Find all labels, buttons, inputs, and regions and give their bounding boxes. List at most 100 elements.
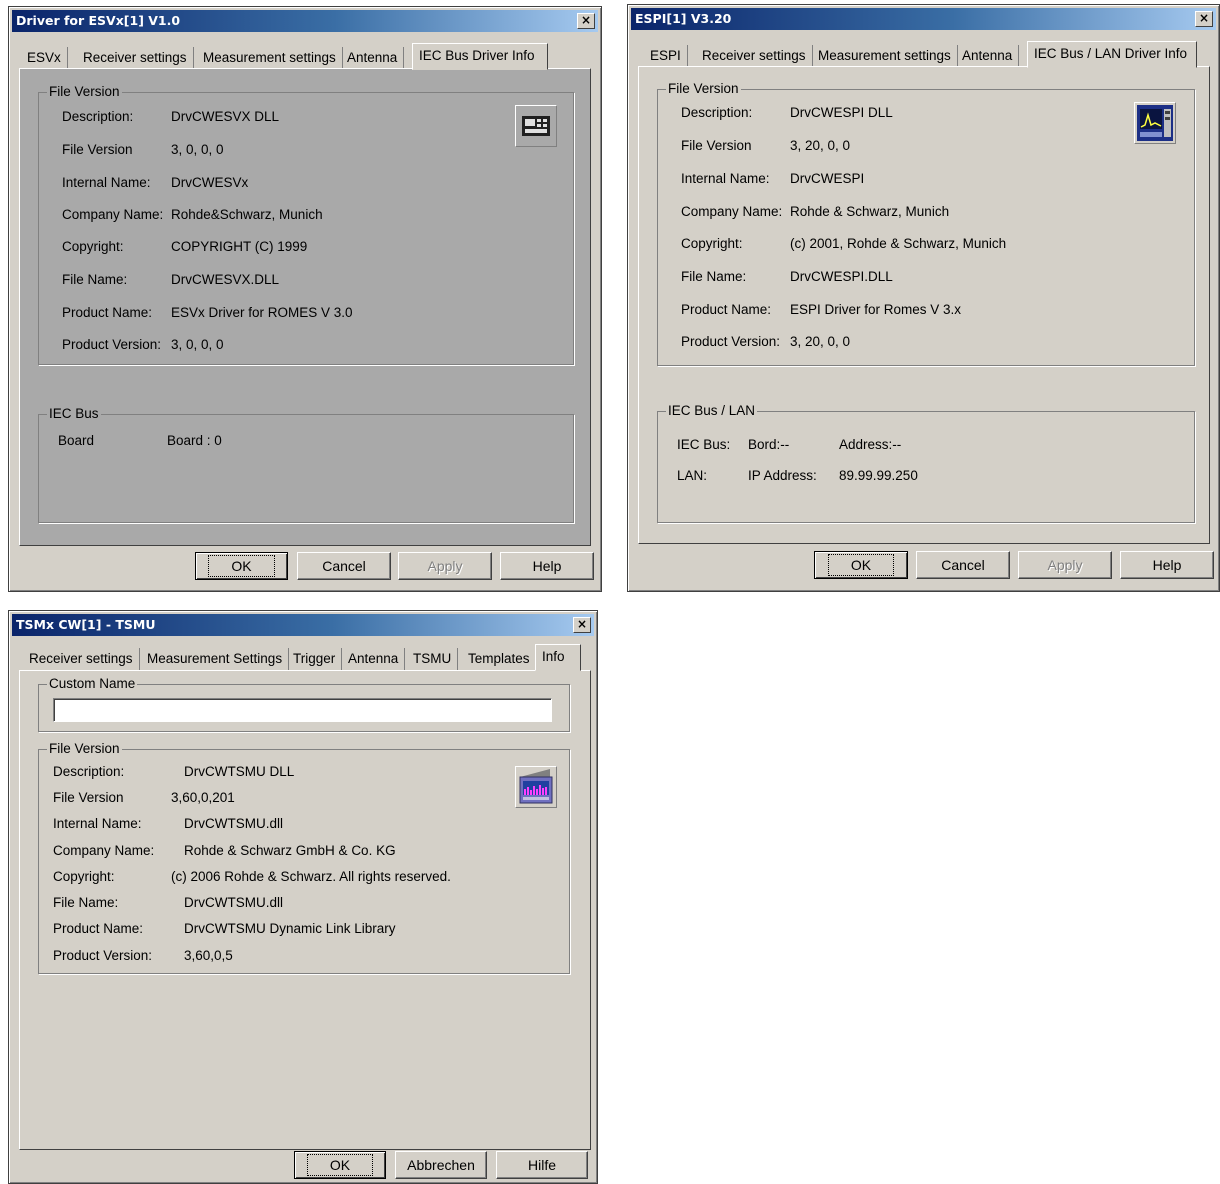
product-name-value: ESVx Driver for ROMES V 3.0 xyxy=(171,305,353,320)
title-bar[interactable]: ESPI[1] V3.20 × xyxy=(631,8,1216,30)
tab-iec-bus-driver-info[interactable]: IEC Bus Driver Info xyxy=(412,43,548,70)
file-version-label: File Version xyxy=(62,142,133,157)
window-title: ESPI[1] V3.20 xyxy=(635,11,732,26)
description-value: DrvCWESVX DLL xyxy=(171,109,280,124)
copyright-label: Copyright: xyxy=(681,236,743,251)
tab-trigger[interactable]: Trigger xyxy=(287,648,343,670)
ok-button[interactable]: OK xyxy=(294,1151,386,1179)
file-version-value: 3,60,0,201 xyxy=(171,790,235,805)
file-version-group: File Version xyxy=(38,741,570,974)
ok-button[interactable]: OK xyxy=(814,551,908,579)
help-button[interactable]: Help xyxy=(500,552,594,580)
tab-receiver-settings[interactable]: Receiver settings xyxy=(696,45,813,67)
file-name-value: DrvCWESPI.DLL xyxy=(790,269,893,284)
tab-esvx[interactable]: ESVx xyxy=(21,47,68,69)
company-name-label: Company Name: xyxy=(681,204,783,219)
file-version-label: File Version xyxy=(53,790,124,805)
iec-bus-legend: IEC Bus xyxy=(47,406,101,422)
tab-antenna[interactable]: Antenna xyxy=(956,45,1020,67)
title-bar[interactable]: Driver for ESVx[1] V1.0 × xyxy=(12,10,598,32)
tab-receiver-settings[interactable]: Receiver settings xyxy=(23,648,140,670)
lan-label: LAN: xyxy=(677,468,708,483)
product-version-label: Product Version: xyxy=(53,948,153,963)
product-version-value: 3,60,0,5 xyxy=(184,948,233,963)
company-name-label: Company Name: xyxy=(53,843,155,858)
company-name-value: Rohde & Schwarz, Munich xyxy=(790,204,950,219)
product-name-label: Product Name: xyxy=(681,302,772,317)
company-name-value: Rohde&Schwarz, Munich xyxy=(171,207,323,222)
internal-name-label: Internal Name: xyxy=(62,175,151,190)
file-version-group: File Version xyxy=(657,81,1195,366)
board-label: Board xyxy=(58,433,95,448)
description-label: Description: xyxy=(53,764,125,779)
ip-address-value: 89.99.99.250 xyxy=(839,468,918,483)
company-name-label: Company Name: xyxy=(62,207,164,222)
tab-tsmu[interactable]: TSMU xyxy=(407,648,459,670)
iec-bus-lan-legend: IEC Bus / LAN xyxy=(666,403,758,419)
tab-measurement-settings[interactable]: Measurement Settings xyxy=(141,648,290,670)
abbrechen-button[interactable]: Abbrechen xyxy=(395,1151,487,1179)
close-button[interactable]: × xyxy=(1195,11,1213,27)
copyright-label: Copyright: xyxy=(62,239,124,254)
file-name-value: DrvCWTSMU.dll xyxy=(184,895,283,910)
tab-strip: ESPI Receiver settings Measurement setti… xyxy=(638,41,1208,68)
description-label: Description: xyxy=(681,105,753,120)
address-value: Address:-- xyxy=(839,437,902,452)
tab-iec-bus-lan-driver-info[interactable]: IEC Bus / LAN Driver Info xyxy=(1027,41,1197,68)
iec-bus-lan-group: IEC Bus / LAN xyxy=(657,403,1195,523)
apply-button[interactable]: Apply xyxy=(398,552,492,580)
close-button[interactable]: × xyxy=(573,617,591,633)
internal-name-value: DrvCWESVx xyxy=(171,175,249,190)
product-version-value: 3, 0, 0, 0 xyxy=(171,337,224,352)
description-value: DrvCWESPI DLL xyxy=(790,105,893,120)
product-name-label: Product Name: xyxy=(62,305,153,320)
custom-name-input[interactable] xyxy=(53,698,552,722)
tab-receiver-settings[interactable]: Receiver settings xyxy=(77,47,194,69)
hilfe-button[interactable]: Hilfe xyxy=(496,1151,588,1179)
tab-info[interactable]: Info xyxy=(535,644,581,671)
tab-measurement-settings[interactable]: Measurement settings xyxy=(197,47,343,69)
company-name-value: Rohde & Schwarz GmbH & Co. KG xyxy=(184,843,396,858)
board-value: Board : 0 xyxy=(167,433,222,448)
file-version-legend: File Version xyxy=(47,741,122,757)
file-version-legend: File Version xyxy=(666,81,741,97)
apply-button[interactable]: Apply xyxy=(1018,551,1112,579)
custom-name-legend: Custom Name xyxy=(47,676,138,692)
ip-address-label: IP Address: xyxy=(748,468,817,483)
copyright-label: Copyright: xyxy=(53,869,115,884)
bord-value: Bord:-- xyxy=(748,437,790,452)
copyright-value: (c) 2006 Rohde & Schwarz. All rights res… xyxy=(171,869,451,884)
tab-templates[interactable]: Templates xyxy=(462,648,537,670)
title-bar[interactable]: TSMx CW[1] - TSMU × xyxy=(12,614,594,636)
iec-bus-group: IEC Bus xyxy=(38,406,574,523)
ok-button[interactable]: OK xyxy=(195,552,288,580)
description-value: DrvCWTSMU DLL xyxy=(184,764,295,779)
product-version-label: Product Version: xyxy=(62,337,162,352)
product-version-label: Product Version: xyxy=(681,334,781,349)
cancel-button[interactable]: Cancel xyxy=(297,552,391,580)
file-name-label: File Name: xyxy=(53,895,119,910)
description-label: Description: xyxy=(62,109,134,124)
file-version-group: File Version xyxy=(38,84,574,365)
help-button[interactable]: Help xyxy=(1120,551,1214,579)
cancel-button[interactable]: Cancel xyxy=(916,551,1010,579)
esvx-driver-dialog: Driver for ESVx[1] V1.0 × ESVx Receiver … xyxy=(8,6,602,592)
internal-name-label: Internal Name: xyxy=(53,816,142,831)
iec-bus-label: IEC Bus: xyxy=(677,437,731,452)
close-button[interactable]: × xyxy=(577,13,595,29)
tab-strip: Receiver settings Measurement Settings T… xyxy=(19,644,589,671)
product-name-value: ESPI Driver for Romes V 3.x xyxy=(790,302,962,317)
file-version-value: 3, 0, 0, 0 xyxy=(171,142,224,157)
file-name-label: File Name: xyxy=(62,272,128,287)
spectrum-analyzer-icon xyxy=(1134,102,1176,144)
file-version-label: File Version xyxy=(681,138,752,153)
tab-antenna[interactable]: Antenna xyxy=(341,47,405,69)
tab-measurement-settings[interactable]: Measurement settings xyxy=(812,45,958,67)
window-title: Driver for ESVx[1] V1.0 xyxy=(16,13,181,28)
file-name-label: File Name: xyxy=(681,269,747,284)
internal-name-label: Internal Name: xyxy=(681,171,770,186)
tab-antenna[interactable]: Antenna xyxy=(342,648,406,670)
file-name-value: DrvCWESVX.DLL xyxy=(171,272,280,287)
window-title: TSMx CW[1] - TSMU xyxy=(16,617,156,632)
tab-espi[interactable]: ESPI xyxy=(644,45,688,67)
